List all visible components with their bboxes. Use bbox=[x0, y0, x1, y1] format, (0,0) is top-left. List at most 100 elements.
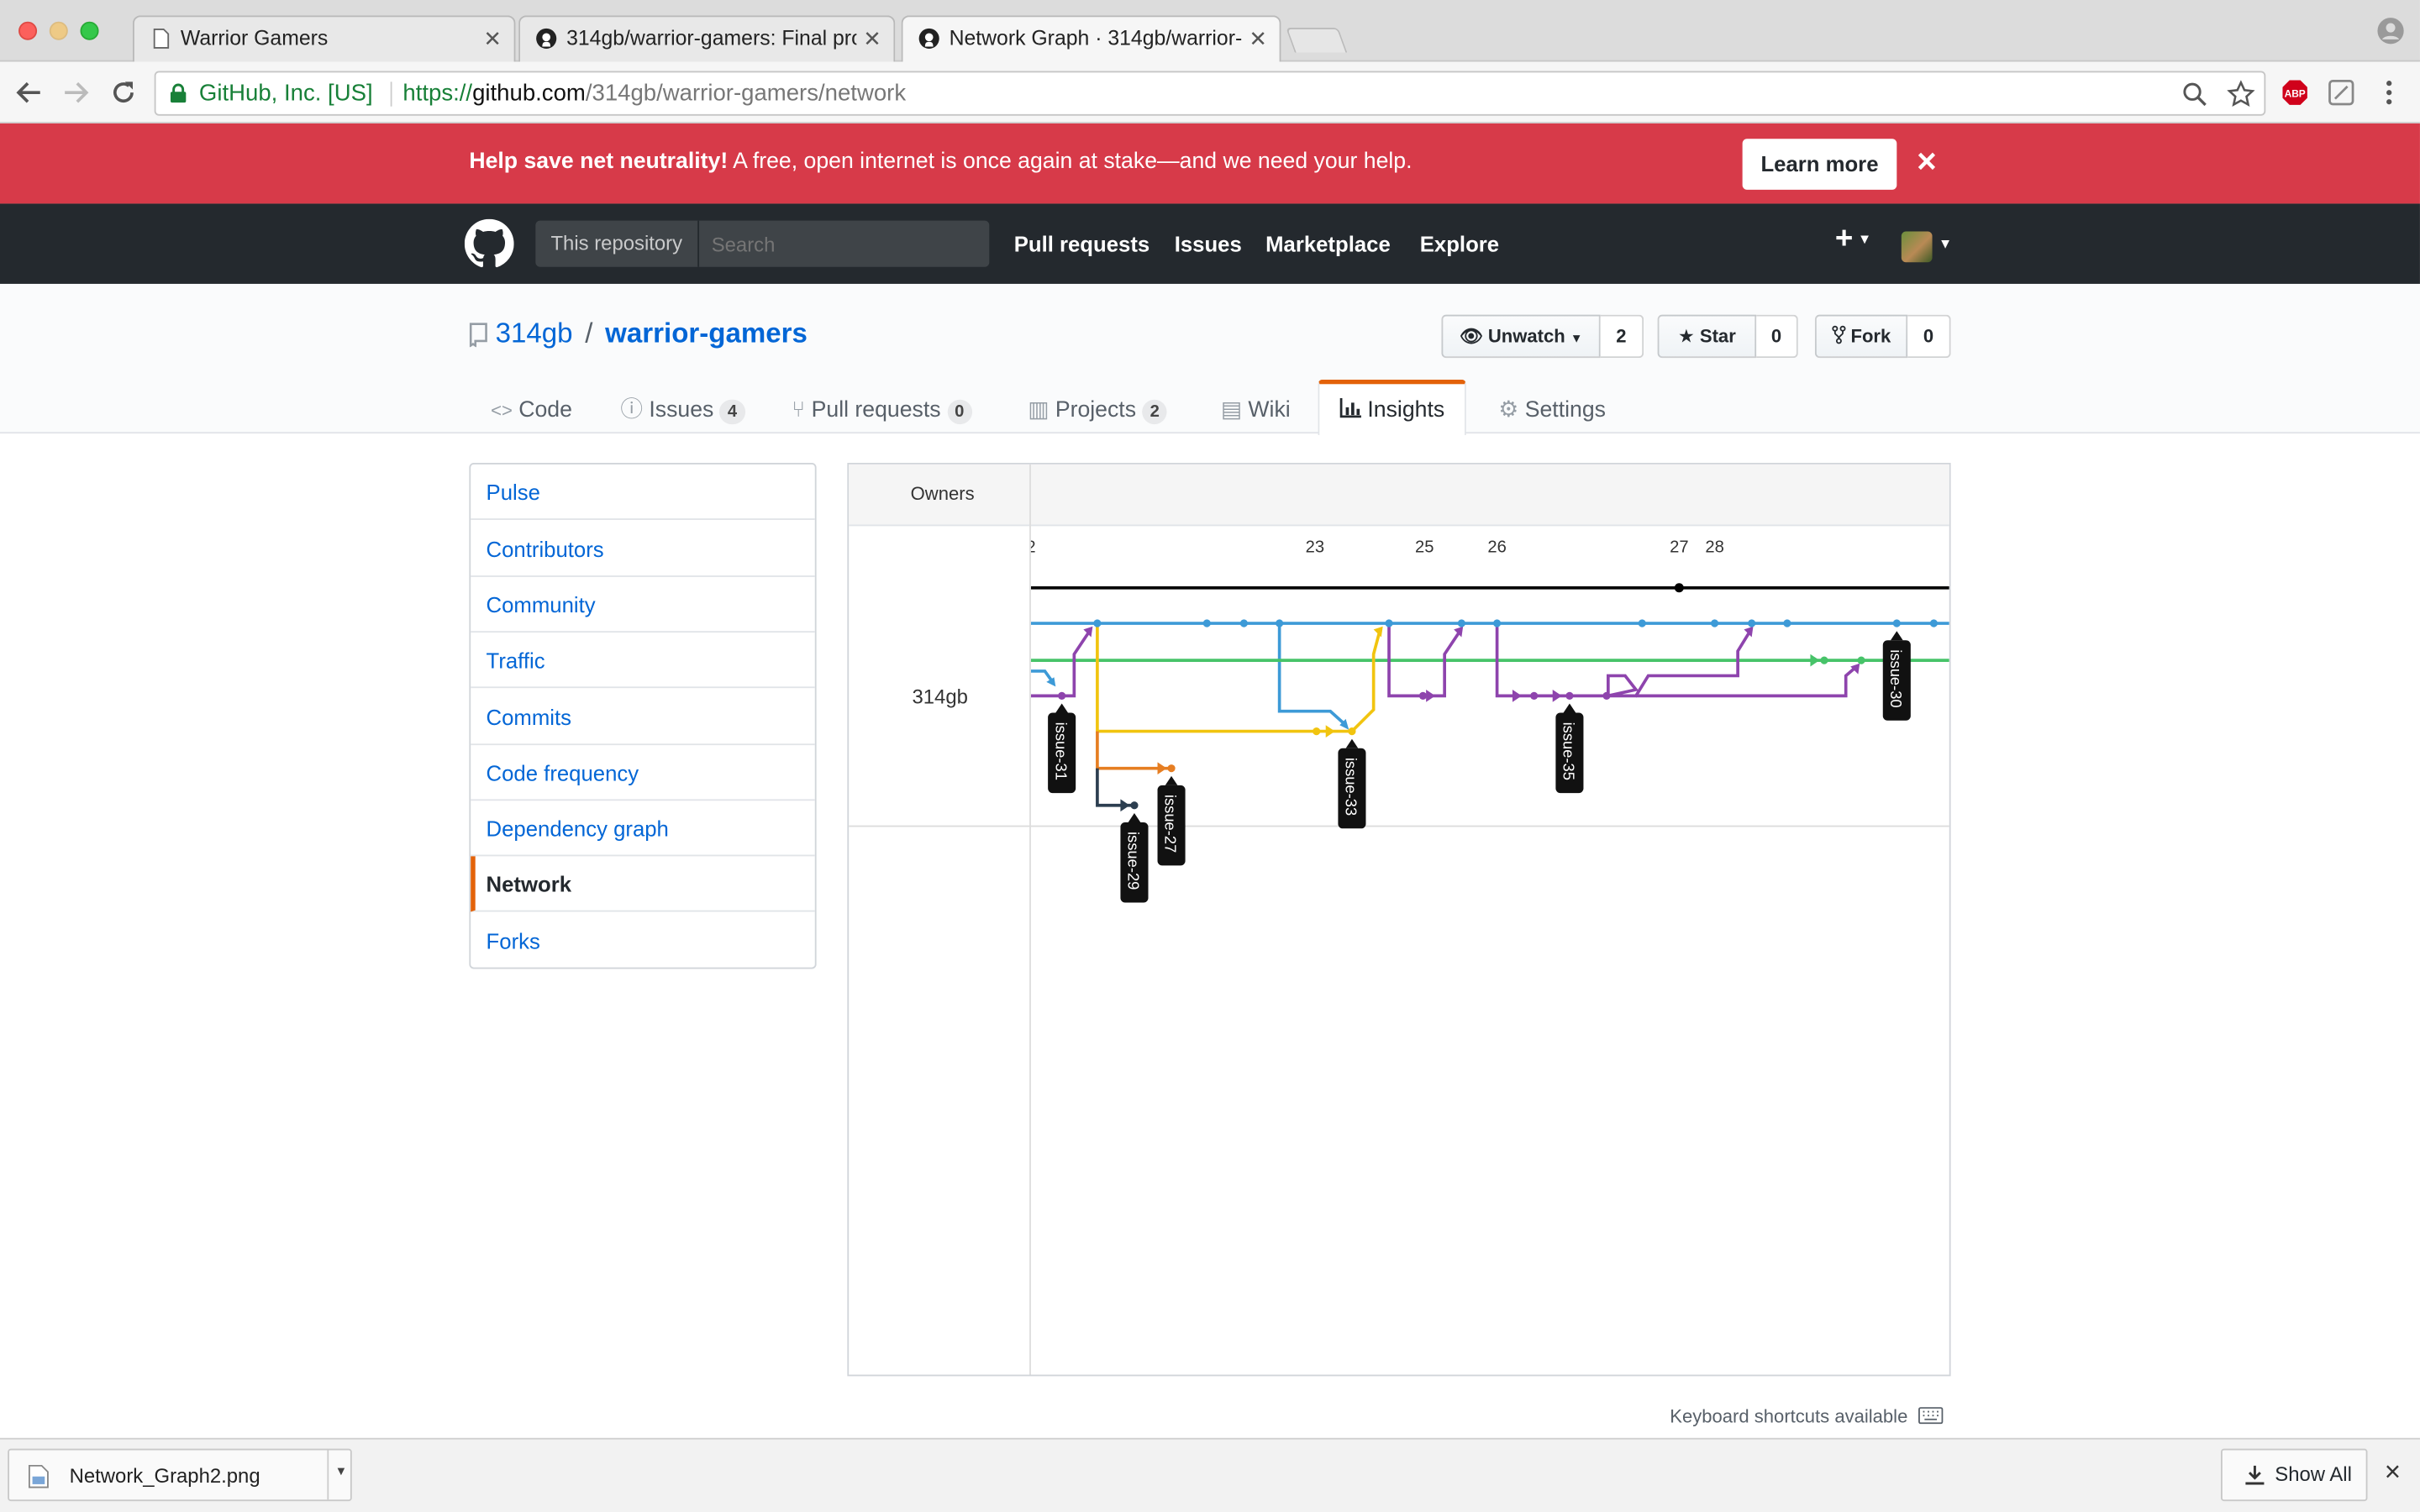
back-icon[interactable] bbox=[15, 79, 43, 107]
nav-marketplace[interactable]: Marketplace bbox=[1265, 232, 1391, 256]
tab-network-graph[interactable]: Network Graph · 314gb/warrior-gamers ✕ bbox=[901, 15, 1281, 64]
menu-commits[interactable]: Commits bbox=[471, 690, 815, 746]
address-bar[interactable]: GitHub, Inc. [US] https://github.com/314… bbox=[154, 71, 2266, 116]
url-text: https://github.com/314gb/warrior-gamers/… bbox=[402, 80, 907, 107]
forward-icon[interactable] bbox=[61, 79, 89, 107]
yellow-branch-line bbox=[1096, 623, 1381, 733]
download-item[interactable]: Network_Graph2.png ▼ bbox=[8, 1448, 352, 1502]
branch-label-issue-33[interactable]: issue-33 bbox=[1338, 738, 1366, 829]
nav-issues[interactable]: Issues bbox=[1175, 232, 1242, 256]
graph-icon bbox=[1339, 397, 1361, 418]
insights-menu: Pulse Contributors Community Traffic Com… bbox=[469, 463, 817, 969]
menu-traffic[interactable]: Traffic bbox=[471, 633, 815, 689]
fork-button[interactable]: Fork bbox=[1814, 314, 1908, 359]
menu-community[interactable]: Community bbox=[471, 577, 815, 633]
svg-text:issue-31: issue-31 bbox=[1052, 722, 1070, 780]
extension-icon[interactable] bbox=[2328, 79, 2355, 107]
repo-title: 314gb / warrior-gamers bbox=[495, 318, 808, 349]
tab-title: Warrior Gamers bbox=[180, 26, 329, 50]
code-icon: <> bbox=[491, 399, 513, 422]
star-icon: ★ bbox=[1677, 325, 1695, 348]
svg-text:issue-27: issue-27 bbox=[1162, 795, 1180, 853]
tab-title: 314gb/warrior-gamers: Final project bbox=[566, 26, 856, 50]
network-graph-canvas[interactable]: 2 23 25 26 27 28 bbox=[1030, 528, 1949, 929]
eye-icon: 👁 bbox=[1459, 325, 1483, 348]
repo-header: 314gb / warrior-gamers 👁 Unwatch ▼ 2 ★ S… bbox=[0, 283, 2420, 435]
reload-icon[interactable] bbox=[109, 79, 137, 107]
navy-branch-line bbox=[1096, 768, 1134, 807]
header-search: This repository bbox=[535, 220, 990, 267]
date-label: 27 bbox=[1670, 538, 1688, 557]
date-label: 2 bbox=[1031, 538, 1036, 557]
new-tab-button[interactable] bbox=[1286, 28, 1348, 53]
repo-owner-link[interactable]: 314gb bbox=[496, 318, 573, 349]
create-new-button[interactable]: + ▼ bbox=[1835, 222, 1871, 257]
close-tab-icon[interactable]: ✕ bbox=[863, 17, 881, 60]
github-header: This repository Pull requests Issues Mar… bbox=[0, 203, 2420, 284]
unwatch-button[interactable]: 👁 Unwatch ▼ bbox=[1441, 314, 1601, 359]
project-icon: ▥ bbox=[1028, 397, 1050, 423]
branch-label-issue-31[interactable]: issue-31 bbox=[1048, 703, 1076, 794]
menu-code-frequency[interactable]: Code frequency bbox=[471, 745, 815, 801]
close-tab-icon[interactable]: ✕ bbox=[483, 17, 502, 60]
pull-request-icon: ⑂ bbox=[792, 397, 806, 423]
bookmark-star-icon[interactable] bbox=[2227, 80, 2255, 108]
branch-label-issue-29[interactable]: issue-29 bbox=[1120, 812, 1149, 903]
tab-projects[interactable]: ▥ Projects 2 bbox=[1028, 380, 1168, 433]
tab-issues[interactable]: ⓘ Issues 4 bbox=[620, 380, 745, 433]
keyboard-shortcuts-hint[interactable]: Keyboard shortcuts available bbox=[1670, 1405, 1944, 1427]
browser-toolbar: GitHub, Inc. [US] https://github.com/314… bbox=[0, 61, 2420, 123]
minimize-window-button[interactable] bbox=[49, 21, 68, 40]
owner-name: 314gb bbox=[912, 685, 968, 709]
tab-settings[interactable]: ⚙ Settings bbox=[1498, 380, 1606, 433]
network-graph[interactable]: Owners 314gb 2 23 25 26 27 28 bbox=[847, 463, 1951, 1377]
search-input[interactable] bbox=[702, 220, 986, 267]
menu-dependency-graph[interactable]: Dependency graph bbox=[471, 801, 815, 857]
date-label: 25 bbox=[1415, 538, 1434, 557]
download-menu-icon[interactable]: ▼ bbox=[335, 1464, 348, 1478]
banner-message: Help save net neutrality! A free, open i… bbox=[469, 150, 1413, 175]
close-window-button[interactable] bbox=[18, 21, 38, 40]
branch-label-issue-27[interactable]: issue-27 bbox=[1157, 775, 1186, 866]
tab-pull-requests[interactable]: ⑂ Pull requests 0 bbox=[792, 380, 972, 433]
tab-wiki[interactable]: ▤ Wiki bbox=[1221, 380, 1291, 433]
nav-pull-requests[interactable]: Pull requests bbox=[1014, 232, 1150, 256]
tab-repo[interactable]: 314gb/warrior-gamers: Final project ✕ bbox=[518, 15, 896, 62]
star-button[interactable]: ★ Star bbox=[1657, 314, 1757, 359]
show-all-button[interactable]: Show All bbox=[2221, 1448, 2368, 1502]
branch-label-issue-35[interactable]: issue-35 bbox=[1555, 703, 1584, 794]
adblock-icon[interactable]: ABP bbox=[2281, 79, 2309, 107]
menu-contributors[interactable]: Contributors bbox=[471, 522, 815, 577]
repo-name-link[interactable]: warrior-gamers bbox=[605, 318, 808, 349]
tab-code[interactable]: <> Code bbox=[491, 380, 572, 433]
forks-count[interactable]: 0 bbox=[1907, 314, 1951, 359]
tab-insights[interactable]: Insights bbox=[1318, 379, 1466, 435]
branch-label-issue-30[interactable]: issue-30 bbox=[1882, 631, 1911, 721]
svg-text:ABP: ABP bbox=[2285, 88, 2306, 100]
nav-explore[interactable]: Explore bbox=[1420, 232, 1499, 256]
zoom-window-button[interactable] bbox=[80, 21, 99, 40]
profile-icon[interactable] bbox=[2377, 17, 2405, 45]
close-tab-icon[interactable]: ✕ bbox=[1249, 17, 1267, 60]
learn-more-button[interactable]: Learn more bbox=[1742, 139, 1897, 190]
github-icon bbox=[918, 28, 939, 49]
menu-pulse[interactable]: Pulse bbox=[471, 465, 815, 520]
svg-text:issue-29: issue-29 bbox=[1125, 832, 1143, 890]
zoom-icon[interactable] bbox=[2182, 81, 2207, 107]
stars-count[interactable]: 0 bbox=[1756, 314, 1798, 359]
dismiss-banner-icon[interactable]: × bbox=[1917, 143, 1937, 181]
watchers-count[interactable]: 2 bbox=[1600, 314, 1644, 359]
caret-down-icon[interactable]: ▼ bbox=[1939, 236, 1952, 251]
close-downloads-icon[interactable]: × bbox=[2385, 1457, 2401, 1489]
divider bbox=[390, 81, 392, 107]
tab-warrior-gamers[interactable]: Warrior Gamers ✕ bbox=[132, 15, 516, 62]
github-logo-icon[interactable] bbox=[464, 218, 514, 269]
fork-icon bbox=[1832, 325, 1846, 344]
secure-label: GitHub, Inc. [US] bbox=[198, 80, 373, 107]
menu-forks[interactable]: Forks bbox=[471, 913, 815, 969]
avatar[interactable] bbox=[1901, 231, 1933, 263]
menu-dots-icon[interactable] bbox=[2383, 79, 2396, 107]
search-scope: This repository bbox=[535, 220, 700, 267]
menu-network[interactable]: Network bbox=[471, 856, 815, 912]
keyboard-icon bbox=[1918, 1407, 1944, 1425]
